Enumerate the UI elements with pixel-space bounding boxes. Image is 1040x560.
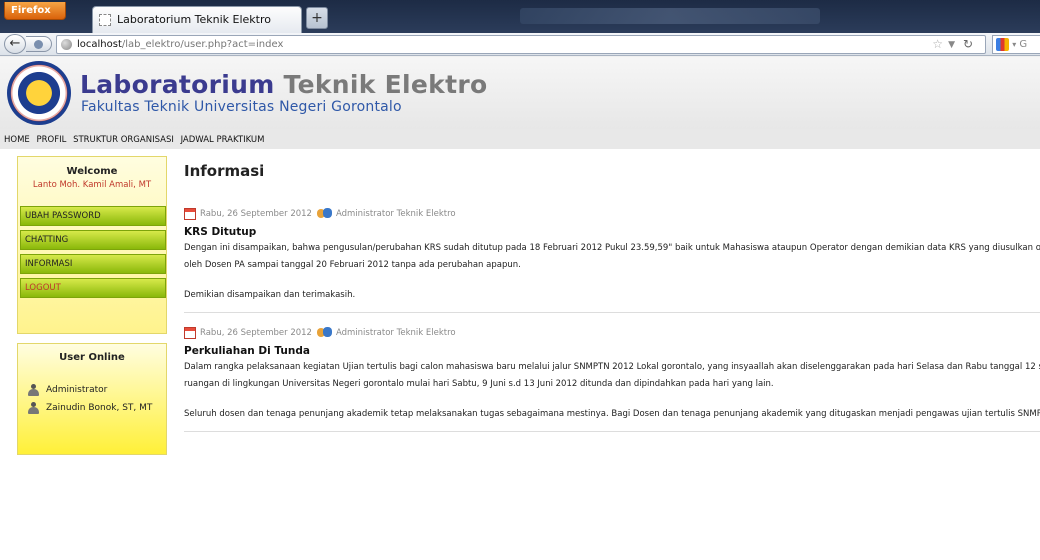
post-body-line: Demikian disampaikan dan terimakasih. [184, 290, 356, 300]
web-page: Laboratorium Teknik Elektro Fakultas Tek… [0, 57, 1040, 560]
firefox-menu-button[interactable]: Firefox [4, 2, 66, 20]
main-menu: HOME PROFIL STRUKTUR ORGANISASI JADWAL P… [0, 129, 1040, 149]
user-icon [28, 384, 39, 396]
back-button[interactable]: ← [4, 34, 26, 54]
post-date: Rabu, 26 September 2012 [200, 328, 312, 338]
site-header: Laboratorium Teknik Elektro Fakultas Tek… [0, 57, 1040, 129]
post-body-line: ruangan di lingkungan Universitas Negeri… [184, 379, 774, 389]
site-title-rest: Teknik Elektro [274, 70, 488, 99]
news-post: Rabu, 26 September 2012 Administrator Tek… [184, 206, 1040, 313]
online-user-row: Administrator [18, 381, 166, 399]
calendar-icon [184, 327, 196, 339]
post-meta: Rabu, 26 September 2012 Administrator Tek… [184, 206, 1040, 222]
welcome-title: Welcome [66, 166, 118, 177]
history-dropdown-icon[interactable]: ▼ [948, 37, 955, 54]
news-post: Rabu, 26 September 2012 Administrator Tek… [184, 325, 1040, 432]
post-body-line: Dalam rangka pelaksanaan kegiatan Ujian … [184, 362, 1040, 372]
change-password-button[interactable]: UBAH PASSWORD [20, 206, 166, 226]
menu-profil[interactable]: PROFIL [37, 135, 67, 145]
page-favicon-icon [99, 14, 111, 26]
url-bar[interactable]: localhost/lab_elektro/user.php?act=index… [56, 35, 986, 54]
browser-tab[interactable]: Laboratorium Teknik Elektro [92, 6, 302, 33]
admin-users-icon [316, 326, 332, 339]
post-title[interactable]: KRS Ditutup [184, 226, 1040, 238]
identity-icon [34, 40, 43, 49]
site-title: Laboratorium Teknik Elektro [80, 70, 487, 99]
titlebar-blurred-area [520, 8, 820, 24]
new-tab-button[interactable]: + [306, 7, 328, 29]
google-icon [996, 37, 1009, 51]
menu-home[interactable]: HOME [4, 135, 30, 145]
reload-icon[interactable]: ↻ [963, 36, 973, 53]
informasi-button[interactable]: INFORMASI [20, 254, 166, 274]
bookmark-star-icon[interactable]: ☆ [932, 36, 943, 53]
search-box[interactable]: ▾ G [992, 35, 1040, 54]
university-logo [7, 61, 71, 125]
site-subtitle: Fakultas Teknik Universitas Negeri Goron… [81, 99, 402, 115]
globe-icon [61, 39, 72, 50]
menu-jadwal-praktikum[interactable]: JADWAL PRAKTIKUM [181, 135, 265, 145]
post-body-line: Dengan ini disampaikan, bahwa pengusulan… [184, 243, 1040, 253]
search-placeholder: G [1019, 39, 1028, 50]
user-online-box: User Online Administrator Zainudin Bonok… [17, 343, 167, 455]
main-content: Informasi Rabu, 26 September 2012 Adminis… [184, 156, 1040, 432]
welcome-box: Welcome Lanto Moh. Kamil Amali, MT UBAH … [17, 156, 167, 334]
admin-users-icon [316, 207, 332, 220]
post-body: Dengan ini disampaikan, bahwa pengusulan… [184, 240, 1040, 304]
online-user-row: Zainudin Bonok, ST, MT [18, 399, 166, 417]
url-path: /lab_elektro/user.php?act=index [121, 39, 284, 50]
welcome-user-name: Lanto Moh. Kamil Amali, MT [32, 180, 152, 190]
chatting-button[interactable]: CHATTING [20, 230, 166, 250]
calendar-icon [184, 208, 196, 220]
url-host: localhost [77, 39, 122, 50]
user-online-title: User Online [59, 352, 125, 363]
sidebar: Welcome Lanto Moh. Kamil Amali, MT UBAH … [17, 156, 167, 455]
page-title: Informasi [184, 162, 265, 180]
forward-button[interactable] [26, 36, 52, 52]
post-author: Administrator Teknik Elektro [335, 209, 456, 219]
logout-button[interactable]: LOGOUT [20, 278, 166, 298]
online-user-name: Administrator [46, 385, 108, 395]
post-meta: Rabu, 26 September 2012 Administrator Tek… [184, 325, 1040, 341]
tab-title: Laboratorium Teknik Elektro [117, 13, 271, 26]
post-body: Dalam rangka pelaksanaan kegiatan Ujian … [184, 359, 1040, 423]
site-title-main: Laboratorium [80, 70, 275, 99]
post-body-line: oleh Dosen PA sampai tanggal 20 Februari… [184, 260, 521, 270]
browser-tabbar: Firefox Laboratorium Teknik Elektro + [0, 0, 1040, 33]
menu-struktur-organisasi[interactable]: STRUKTUR ORGANISASI [73, 135, 174, 145]
post-date: Rabu, 26 September 2012 [200, 209, 312, 219]
user-icon [28, 402, 39, 414]
browser-navbar: ← localhost/lab_elektro/user.php?act=ind… [0, 33, 1040, 56]
post-body-line: Seluruh dosen dan tenaga penunjang akade… [184, 409, 1040, 419]
post-author: Administrator Teknik Elektro [335, 328, 456, 338]
post-title[interactable]: Perkuliahan Di Tunda [184, 345, 1040, 357]
online-user-name: Zainudin Bonok, ST, MT [46, 403, 153, 413]
